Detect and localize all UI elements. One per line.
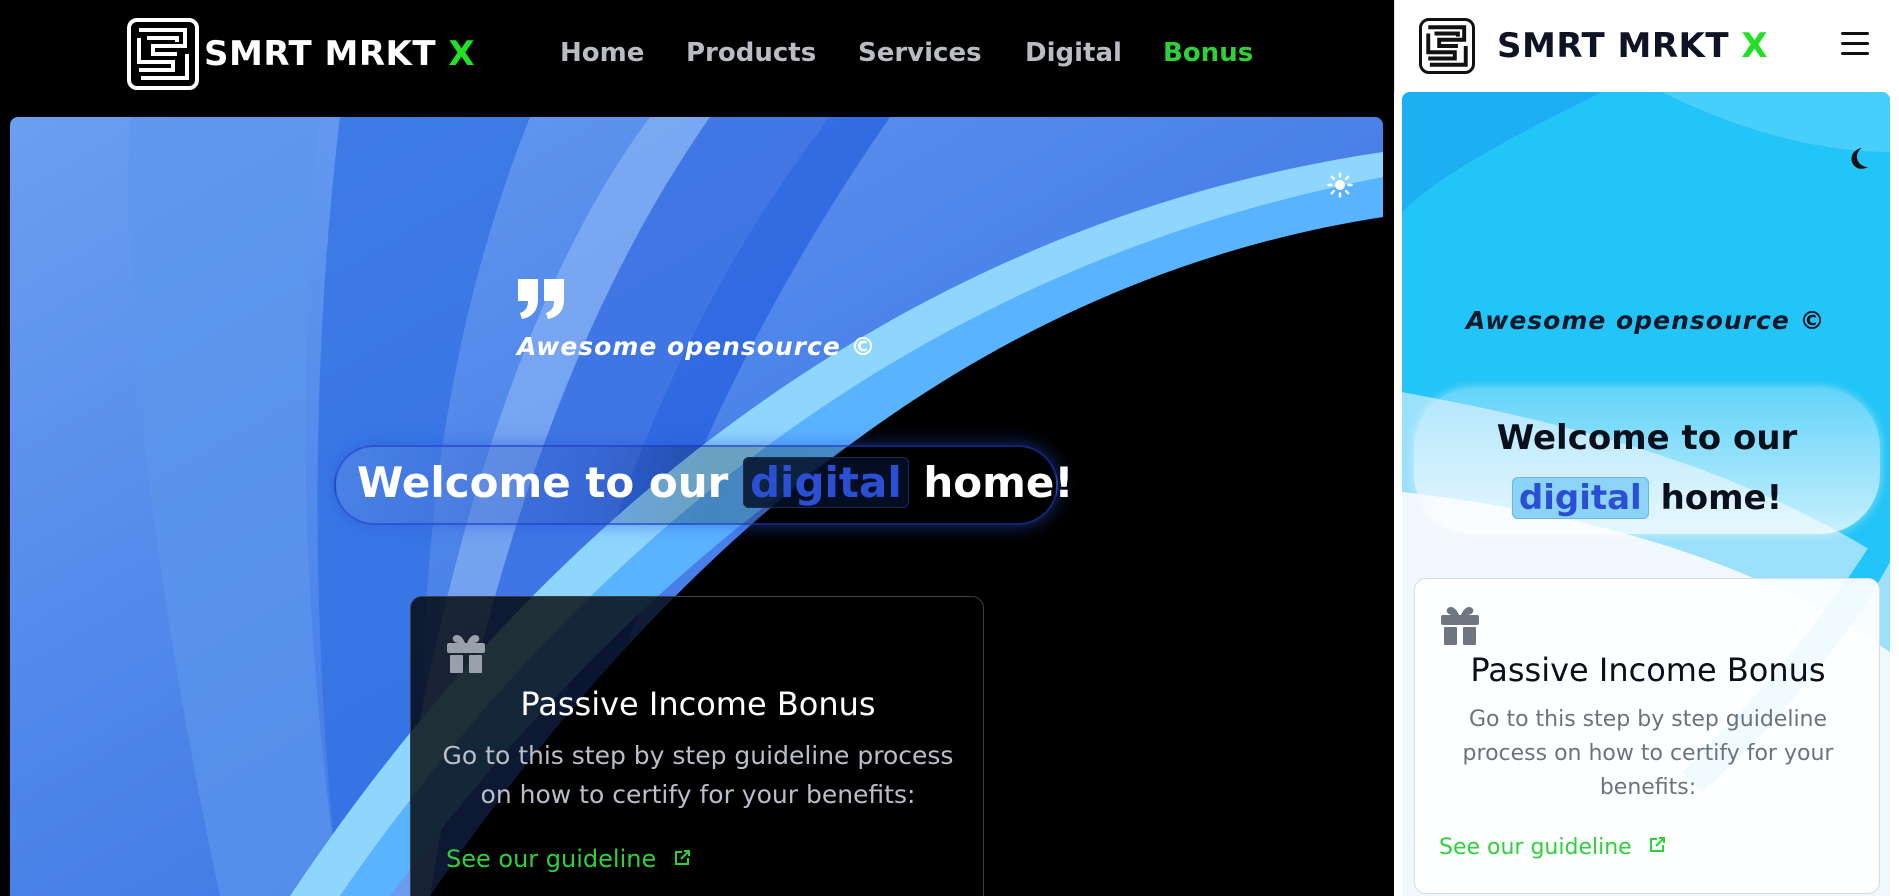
- card-body-line-2: process on how to certify for your: [1462, 741, 1834, 767]
- brand-text: SMRT MRKT: [1497, 26, 1742, 66]
- welcome-post: home!: [1660, 478, 1783, 518]
- guideline-link-label: See our guideline: [446, 845, 657, 873]
- mobile-view: SMRT MRKT X Awesome opensource © Welcome…: [1394, 0, 1899, 896]
- card-body-line-1: Go to this step by step guideline proces…: [442, 741, 954, 770]
- brand-name[interactable]: SMRT MRKT X: [1497, 26, 1768, 66]
- tagline: Awesome opensource ©: [517, 332, 877, 361]
- moon-icon[interactable]: [1844, 146, 1870, 172]
- nav-bonus[interactable]: Bonus: [1163, 38, 1253, 68]
- nav-products[interactable]: Products: [686, 38, 816, 68]
- quote-icon: [518, 279, 564, 319]
- card-body: Go to this step by step guideline proces…: [411, 737, 985, 815]
- mobile-navbar: SMRT MRKT X: [1394, 0, 1899, 92]
- logo-icon[interactable]: [1419, 18, 1475, 74]
- welcome-post: home!: [923, 458, 1074, 507]
- nav-digital[interactable]: Digital: [1025, 38, 1122, 68]
- welcome-pre: Welcome to our: [357, 458, 729, 507]
- card-title: Passive Income Bonus: [520, 685, 876, 723]
- brand-text: SMRT MRKT: [204, 34, 449, 74]
- external-link-icon: [1649, 837, 1665, 852]
- card-title: Passive Income Bonus: [1470, 651, 1826, 689]
- bonus-card: Passive Income Bonus Go to this step by …: [1414, 578, 1880, 894]
- welcome-heading: Welcome to our digital home!: [357, 457, 1074, 508]
- card-body-line-1: Go to this step by step guideline: [1468, 707, 1828, 732]
- guideline-link[interactable]: See our guideline: [1439, 835, 1667, 860]
- tagline: Awesome opensource ©: [1466, 306, 1826, 335]
- bonus-card: Passive Income Bonus Go to this step by …: [410, 596, 984, 896]
- brand-x: X: [1741, 26, 1769, 66]
- brand-x: X: [448, 34, 476, 74]
- welcome-pre: Welcome to our: [1496, 418, 1798, 458]
- brand-name[interactable]: SMRT MRKT X: [204, 34, 475, 74]
- nav-home[interactable]: Home: [560, 38, 644, 68]
- welcome-heading: Welcome to our digital home!: [1414, 408, 1880, 528]
- gift-icon: [1441, 607, 1479, 645]
- digital-highlight: digital: [742, 457, 909, 508]
- digital-highlight: digital: [1511, 477, 1649, 519]
- sun-icon[interactable]: [1327, 172, 1353, 198]
- desktop-navbar: SMRT MRKT X Home Products Services Digit…: [0, 0, 1394, 110]
- logo-icon[interactable]: [127, 18, 199, 90]
- card-body: Go to this step by step guideline proces…: [1415, 703, 1881, 805]
- card-body-line-3: benefits:: [1599, 775, 1697, 801]
- gift-icon: [447, 635, 485, 673]
- card-body-line-2: on how to certify for your benefits:: [480, 779, 916, 809]
- desktop-view: SMRT MRKT X Home Products Services Digit…: [0, 0, 1394, 896]
- guideline-link[interactable]: See our guideline: [446, 845, 692, 873]
- hamburger-icon[interactable]: [1841, 32, 1869, 56]
- welcome-line-2: digital home!: [1414, 468, 1880, 528]
- guideline-link-label: See our guideline: [1439, 835, 1632, 860]
- external-link-icon: [674, 850, 690, 865]
- nav-services[interactable]: Services: [858, 38, 982, 68]
